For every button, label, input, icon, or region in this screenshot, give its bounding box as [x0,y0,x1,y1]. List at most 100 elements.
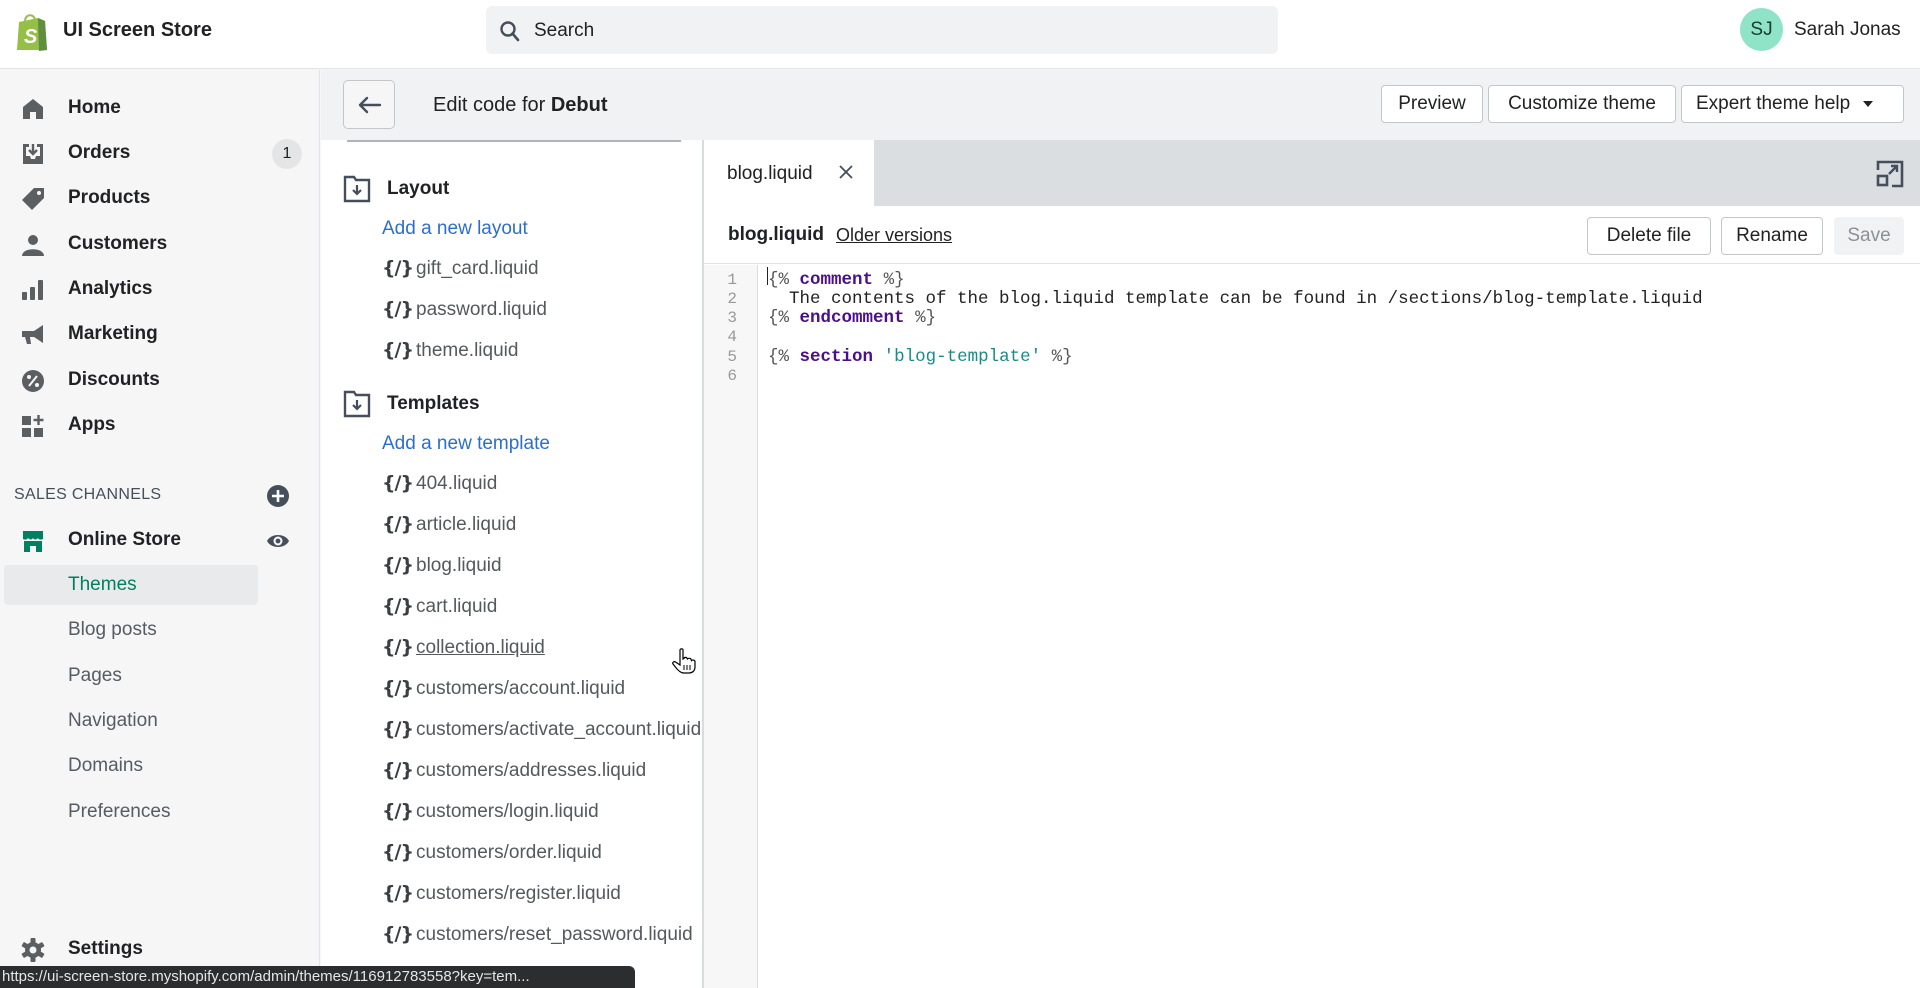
liquid-delimiter: %} [1051,347,1073,367]
liquid-keyword: comment [799,270,874,290]
line-number: 5 [727,348,737,366]
older-versions-link[interactable]: Older versions [836,225,952,246]
avatar[interactable]: SJ [1740,8,1783,51]
file-item[interactable]: {/} 404.liquid [382,472,497,506]
file-item[interactable]: {/} customers/addresses.liquid [382,759,646,793]
search-icon [500,21,520,42]
file-item[interactable]: {/} customers/activate_account.liquid [382,718,701,752]
back-button[interactable] [343,80,395,129]
search-input[interactable]: Search [486,6,1278,54]
comment-text: The contents of the blog.liquid template… [768,289,1703,309]
line-number: 4 [727,328,737,346]
sidebar-item-blog-posts[interactable]: Blog posts [0,610,254,650]
file-item[interactable]: {/} customers/reset_password.liquid [382,923,693,957]
liquid-file-icon: {/} [382,513,414,535]
store-name[interactable]: UI Screen Store [63,19,212,42]
sidebar-item-customers[interactable]: Customers [0,224,320,264]
sub-label: Navigation [68,710,158,731]
folder-label: Layout [387,178,450,199]
tab-blog-liquid[interactable]: blog.liquid [704,140,874,206]
file-item[interactable]: {/} theme.liquid [382,339,518,373]
liquid-keyword: endcomment [799,308,905,328]
sidebar-item-domains[interactable]: Domains [0,746,254,786]
liquid-file-icon: {/} [382,257,414,279]
code-area[interactable]: {% comment %} The contents of the blog.l… [764,265,1703,405]
liquid-file-icon: {/} [382,472,414,494]
file-label: customers/addresses.liquid [416,760,647,781]
fullscreen-icon[interactable] [1876,160,1904,188]
home-icon [23,99,43,119]
status-bar-url: https://ui-screen-store.myshopify.com/ad… [0,966,635,988]
sidebar-item-discounts[interactable]: Discounts [0,360,320,400]
file-label: article.liquid [416,514,517,535]
file-label: theme.liquid [416,340,519,361]
file-item[interactable]: {/} customers/account.liquid [382,677,625,711]
add-new-layout-link[interactable]: Add a new layout [382,218,528,240]
file-label: customers/activate_account.liquid [416,719,702,740]
sidebar-item-home[interactable]: Home [0,88,320,128]
sidebar-item-apps[interactable]: Apps [0,405,320,445]
file-label: password.liquid [416,299,547,320]
file-item-hovered[interactable]: {/} collection.liquid [382,636,545,670]
file-label: collection.liquid [416,637,545,658]
file-item[interactable]: {/} gift_card.liquid [382,257,539,291]
file-item[interactable]: {/} customers/login.liquid [382,800,599,834]
save-button[interactable]: Save [1834,217,1904,255]
liquid-file-icon: {/} [382,677,414,699]
sidebar-item-navigation[interactable]: Navigation [0,701,254,741]
user-name[interactable]: Sarah Jonas [1794,19,1901,41]
file-label: gift_card.liquid [416,258,539,279]
sidebar-item-preferences[interactable]: Preferences [0,792,254,832]
add-new-template-link[interactable]: Add a new template [382,433,550,455]
add-sales-channel-icon[interactable] [266,484,290,508]
file-item[interactable]: {/} customers/register.liquid [382,882,621,916]
liquid-delimiter: %} [915,308,937,328]
preview-button[interactable]: Preview [1381,85,1483,123]
code-line: The contents of the blog.liquid template… [768,289,1703,309]
line-number: 6 [727,367,737,385]
close-icon[interactable] [836,162,856,182]
sales-channels-heading: SALES CHANNELS [14,486,162,503]
file-item[interactable]: {/} password.liquid [382,298,547,332]
sub-label: Domains [68,755,143,776]
rename-button[interactable]: Rename [1721,217,1823,255]
sidebar-item-products[interactable]: Products [0,178,320,218]
liquid-delimiter: %} [883,270,905,290]
file-item[interactable]: {/} article.liquid [382,513,516,547]
liquid-keyword: section [799,347,874,367]
file-item[interactable]: {/} blog.liquid [382,554,502,588]
file-item[interactable]: {/} customers/order.liquid [382,841,602,875]
sidebar-item-marketing[interactable]: Marketing [0,314,320,354]
delete-file-button[interactable]: Delete file [1587,217,1711,255]
liquid-string: 'blog-template' [883,347,1042,367]
expert-theme-help-button[interactable]: Expert theme help [1681,85,1904,123]
file-tree: Layout Add a new layout {/} gift_card.liq… [321,140,704,988]
hand-pointer-icon [672,648,696,674]
gear-icon [21,938,45,962]
sidebar-item-orders[interactable]: Orders 1 [0,133,320,173]
sidebar-item-analytics[interactable]: Analytics [0,269,320,309]
code-line: {% section 'blog-template' %} [768,347,1073,367]
sidebar-item-settings[interactable]: Settings [0,929,320,969]
nav-label: Home [68,97,121,118]
code-line: {% endcomment %} [768,308,937,328]
customize-theme-button[interactable]: Customize theme [1488,85,1676,123]
folder-templates[interactable]: Templates [343,387,683,423]
shopify-logo-icon[interactable]: S [14,12,50,52]
eye-icon[interactable] [266,529,290,553]
sidebar-item-pages[interactable]: Pages [0,656,254,696]
sub-label: Blog posts [68,619,157,640]
file-label: customers/register.liquid [416,883,621,904]
sidebar-item-themes[interactable]: Themes [4,565,258,605]
megaphone-icon [22,325,43,344]
liquid-delimiter: {% [768,270,790,290]
sidebar: Home Orders 1 Products Customers Analyti… [0,70,320,988]
sub-label: Preferences [68,801,171,822]
liquid-file-icon: {/} [382,923,414,945]
expert-help-label: Expert theme help [1696,93,1851,114]
orders-count-badge: 1 [272,139,302,169]
file-item[interactable]: {/} cart.liquid [382,595,497,629]
folder-layout[interactable]: Layout [343,172,683,208]
file-label: customers/order.liquid [416,842,602,863]
liquid-file-icon: {/} [382,595,414,617]
